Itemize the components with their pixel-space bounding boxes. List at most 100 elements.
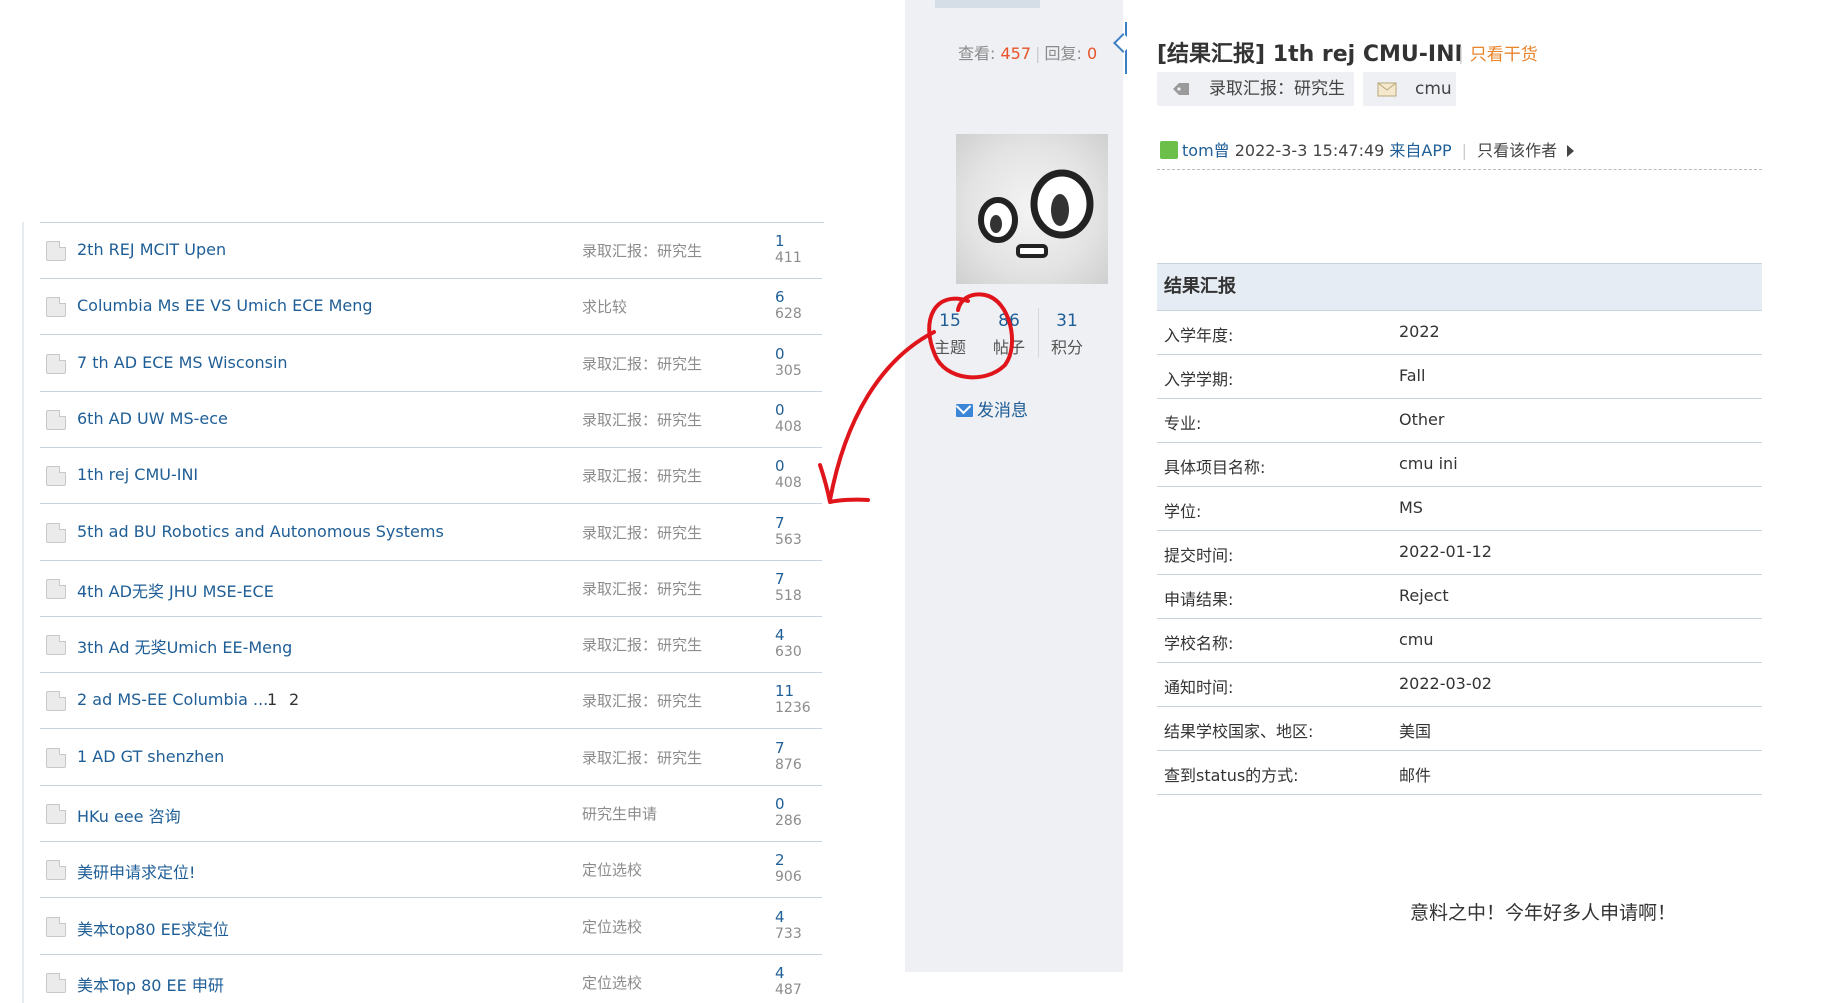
tag-school[interactable]: cmu xyxy=(1363,72,1456,106)
reply-count[interactable]: 4 xyxy=(775,627,785,643)
reply-count[interactable]: 0 xyxy=(775,402,785,418)
reply-count[interactable]: 11 xyxy=(775,683,794,699)
tag-category[interactable]: 录取汇报：研究生 xyxy=(1157,72,1354,106)
send-message-label: 发消息 xyxy=(977,401,1028,421)
send-message-link[interactable]: 发消息 xyxy=(956,396,1028,421)
reply-count[interactable]: 2 xyxy=(775,852,785,868)
thread-category[interactable]: 录取汇报：研究生 xyxy=(582,353,702,374)
info-key: 申请结果: xyxy=(1164,590,1234,609)
page-link[interactable]: 2 xyxy=(289,690,299,709)
thread-title-link[interactable]: 5th ad BU Robotics and Autonomous System… xyxy=(77,522,444,541)
reply-count[interactable]: 6 xyxy=(775,289,785,305)
thread-row[interactable]: 4th AD无奖 JHU MSE-ECE 录取汇报：研究生 7 518 xyxy=(40,560,822,617)
reply-count[interactable]: 0 xyxy=(775,346,785,362)
thread-row[interactable]: 3th Ad 无奖Umich EE-Meng 录取汇报：研究生 4 630 xyxy=(40,616,822,674)
thread-row[interactable]: 美研申请求定位! 定位选校 2 906 xyxy=(40,841,822,899)
avatar[interactable] xyxy=(956,134,1108,284)
info-value: cmu xyxy=(1399,630,1434,649)
thread-title-link[interactable]: 2 ad MS-EE Columbia ... xyxy=(77,690,268,709)
stat-label: 积分 xyxy=(1050,338,1083,357)
avatar-image xyxy=(978,169,1094,258)
thread-document-icon xyxy=(46,691,66,712)
thread-row[interactable]: Columbia Ms EE VS Umich ECE Meng 求比较 6 628 xyxy=(40,278,822,336)
thread-category[interactable]: 研究生申请 xyxy=(582,803,657,824)
thread-category[interactable]: 录取汇报：研究生 xyxy=(582,690,702,711)
thread-row[interactable]: 1 AD GT shenzhen 录取汇报：研究生 7 876 xyxy=(40,729,822,786)
thread-category[interactable]: 定位选校 xyxy=(582,972,642,993)
thread-title-link[interactable]: 3th Ad 无奖Umich EE-Meng xyxy=(77,634,292,658)
reply-count[interactable]: 4 xyxy=(775,965,785,981)
username-link[interactable]: tom曾 xyxy=(1182,141,1230,160)
result-info-table: 结果汇报 入学年度: 2022 入学学期: Fall 专业: Other 具体项目名称: cm… xyxy=(1157,263,1762,795)
stat-points[interactable]: 31 积分 xyxy=(1039,306,1095,360)
thread-title-link[interactable]: 7 th AD ECE MS Wisconsin xyxy=(77,353,288,372)
thread-title-link[interactable]: HKu eee 咨询 xyxy=(77,803,181,827)
author-stats: 15 主题 86 帖子 31 积分 xyxy=(918,306,1108,366)
info-row: 具体项目名称: cmu ini xyxy=(1157,443,1762,487)
only-goods-link[interactable]: 只看干货 xyxy=(1458,40,1538,65)
thread-category[interactable]: 录取汇报：研究生 xyxy=(582,747,702,768)
thread-category[interactable]: 录取汇报：研究生 xyxy=(582,465,702,486)
thread-category[interactable]: 定位选校 xyxy=(582,859,642,880)
thread-title-link[interactable]: 美本Top 80 EE 申研 xyxy=(77,972,224,996)
view-count: 876 xyxy=(775,756,802,773)
post-comment: 意料之中！今年好多人申请啊！ xyxy=(1410,902,1677,924)
thread-row[interactable]: 美本top80 EE求定位 定位选校 4 733 xyxy=(40,898,822,955)
replies-count: 0 xyxy=(1086,44,1098,63)
reply-count[interactable]: 4 xyxy=(775,909,785,925)
thread-row[interactable]: 7 th AD ECE MS Wisconsin 录取汇报：研究生 0 305 xyxy=(40,335,822,392)
tag-icon xyxy=(1173,83,1189,95)
info-header: 结果汇报 xyxy=(1157,263,1762,311)
reply-count[interactable]: 7 xyxy=(775,515,785,531)
thread-category[interactable]: 录取汇报：研究生 xyxy=(582,240,702,261)
thread-document-icon xyxy=(46,972,66,993)
stat-label: 主题 xyxy=(933,338,966,357)
page-link[interactable]: 1 xyxy=(267,690,277,709)
view-count: 563 xyxy=(775,531,802,548)
views-label: 查看: xyxy=(958,44,996,63)
views-count: 457 xyxy=(1000,44,1032,63)
stat-value: 31 xyxy=(1056,311,1078,331)
thread-title-link[interactable]: Columbia Ms EE VS Umich ECE Meng xyxy=(77,296,373,315)
reply-count[interactable]: 0 xyxy=(775,796,785,812)
thread-row[interactable]: 2th REJ MCIT Upen 录取汇报：研究生 1 411 xyxy=(40,222,822,279)
thread-row[interactable]: 6th AD UW MS-ece 录取汇报：研究生 0 408 xyxy=(40,391,822,448)
thread-category[interactable]: 录取汇报：研究生 xyxy=(582,634,702,655)
thread-row[interactable]: 美本Top 80 EE 申研 定位选校 4 487 xyxy=(40,954,822,1003)
mail-icon xyxy=(956,404,973,417)
reply-count[interactable]: 1 xyxy=(775,233,785,249)
thread-title-link[interactable]: 美研申请求定位! xyxy=(77,859,195,883)
post-datetime: 2022-3-3 15:47:49 xyxy=(1234,141,1385,160)
thread-row[interactable]: 2 ad MS-EE Columbia ... 1 2 录取汇报：研究生 11 1236 xyxy=(40,672,822,730)
stat-threads[interactable]: 15 主题 xyxy=(922,306,978,360)
thread-row[interactable]: HKu eee 咨询 研究生申请 0 286 xyxy=(40,785,822,842)
only-author-link[interactable]: 只看该作者 xyxy=(1477,141,1557,160)
reply-count[interactable]: 0 xyxy=(775,458,785,474)
stat-posts[interactable]: 86 帖子 xyxy=(981,306,1037,360)
reply-count[interactable]: 7 xyxy=(775,571,785,587)
reply-count[interactable]: 7 xyxy=(775,740,785,756)
info-row: 申请结果: Reject xyxy=(1157,575,1762,619)
thread-document-icon xyxy=(46,241,66,261)
thread-row[interactable]: 5th ad BU Robotics and Autonomous System… xyxy=(40,504,822,561)
info-value: 2022 xyxy=(1399,322,1440,341)
thread-title-link[interactable]: 美本top80 EE求定位 xyxy=(77,916,229,940)
thread-document-icon xyxy=(46,916,66,937)
thread-category[interactable]: 录取汇报：研究生 xyxy=(582,578,702,599)
thread-category[interactable]: 录取汇报：研究生 xyxy=(582,522,702,543)
stat-value: 86 xyxy=(998,311,1020,331)
thread-category[interactable]: 求比较 xyxy=(582,296,627,317)
tag-label: 录取汇报：研究生 xyxy=(1209,79,1345,99)
thread-title-link[interactable]: 2th REJ MCIT Upen xyxy=(77,240,226,259)
thread-category[interactable]: 录取汇报：研究生 xyxy=(582,409,702,430)
thread-title-link[interactable]: 4th AD无奖 JHU MSE-ECE xyxy=(77,578,274,602)
source-app-link[interactable]: 来自APP xyxy=(1389,141,1451,160)
thread-title-link[interactable]: 6th AD UW MS-ece xyxy=(77,409,228,428)
info-row: 入学年度: 2022 xyxy=(1157,311,1762,355)
thread-title-link[interactable]: 1th rej CMU-INI xyxy=(77,465,198,484)
thread-category[interactable]: 定位选校 xyxy=(582,916,642,937)
thread-row[interactable]: 1th rej CMU-INI 录取汇报：研究生 0 408 xyxy=(40,447,822,505)
info-value: 2022-03-02 xyxy=(1399,674,1492,693)
thread-document-icon xyxy=(46,353,66,374)
thread-title-link[interactable]: 1 AD GT shenzhen xyxy=(77,747,224,766)
